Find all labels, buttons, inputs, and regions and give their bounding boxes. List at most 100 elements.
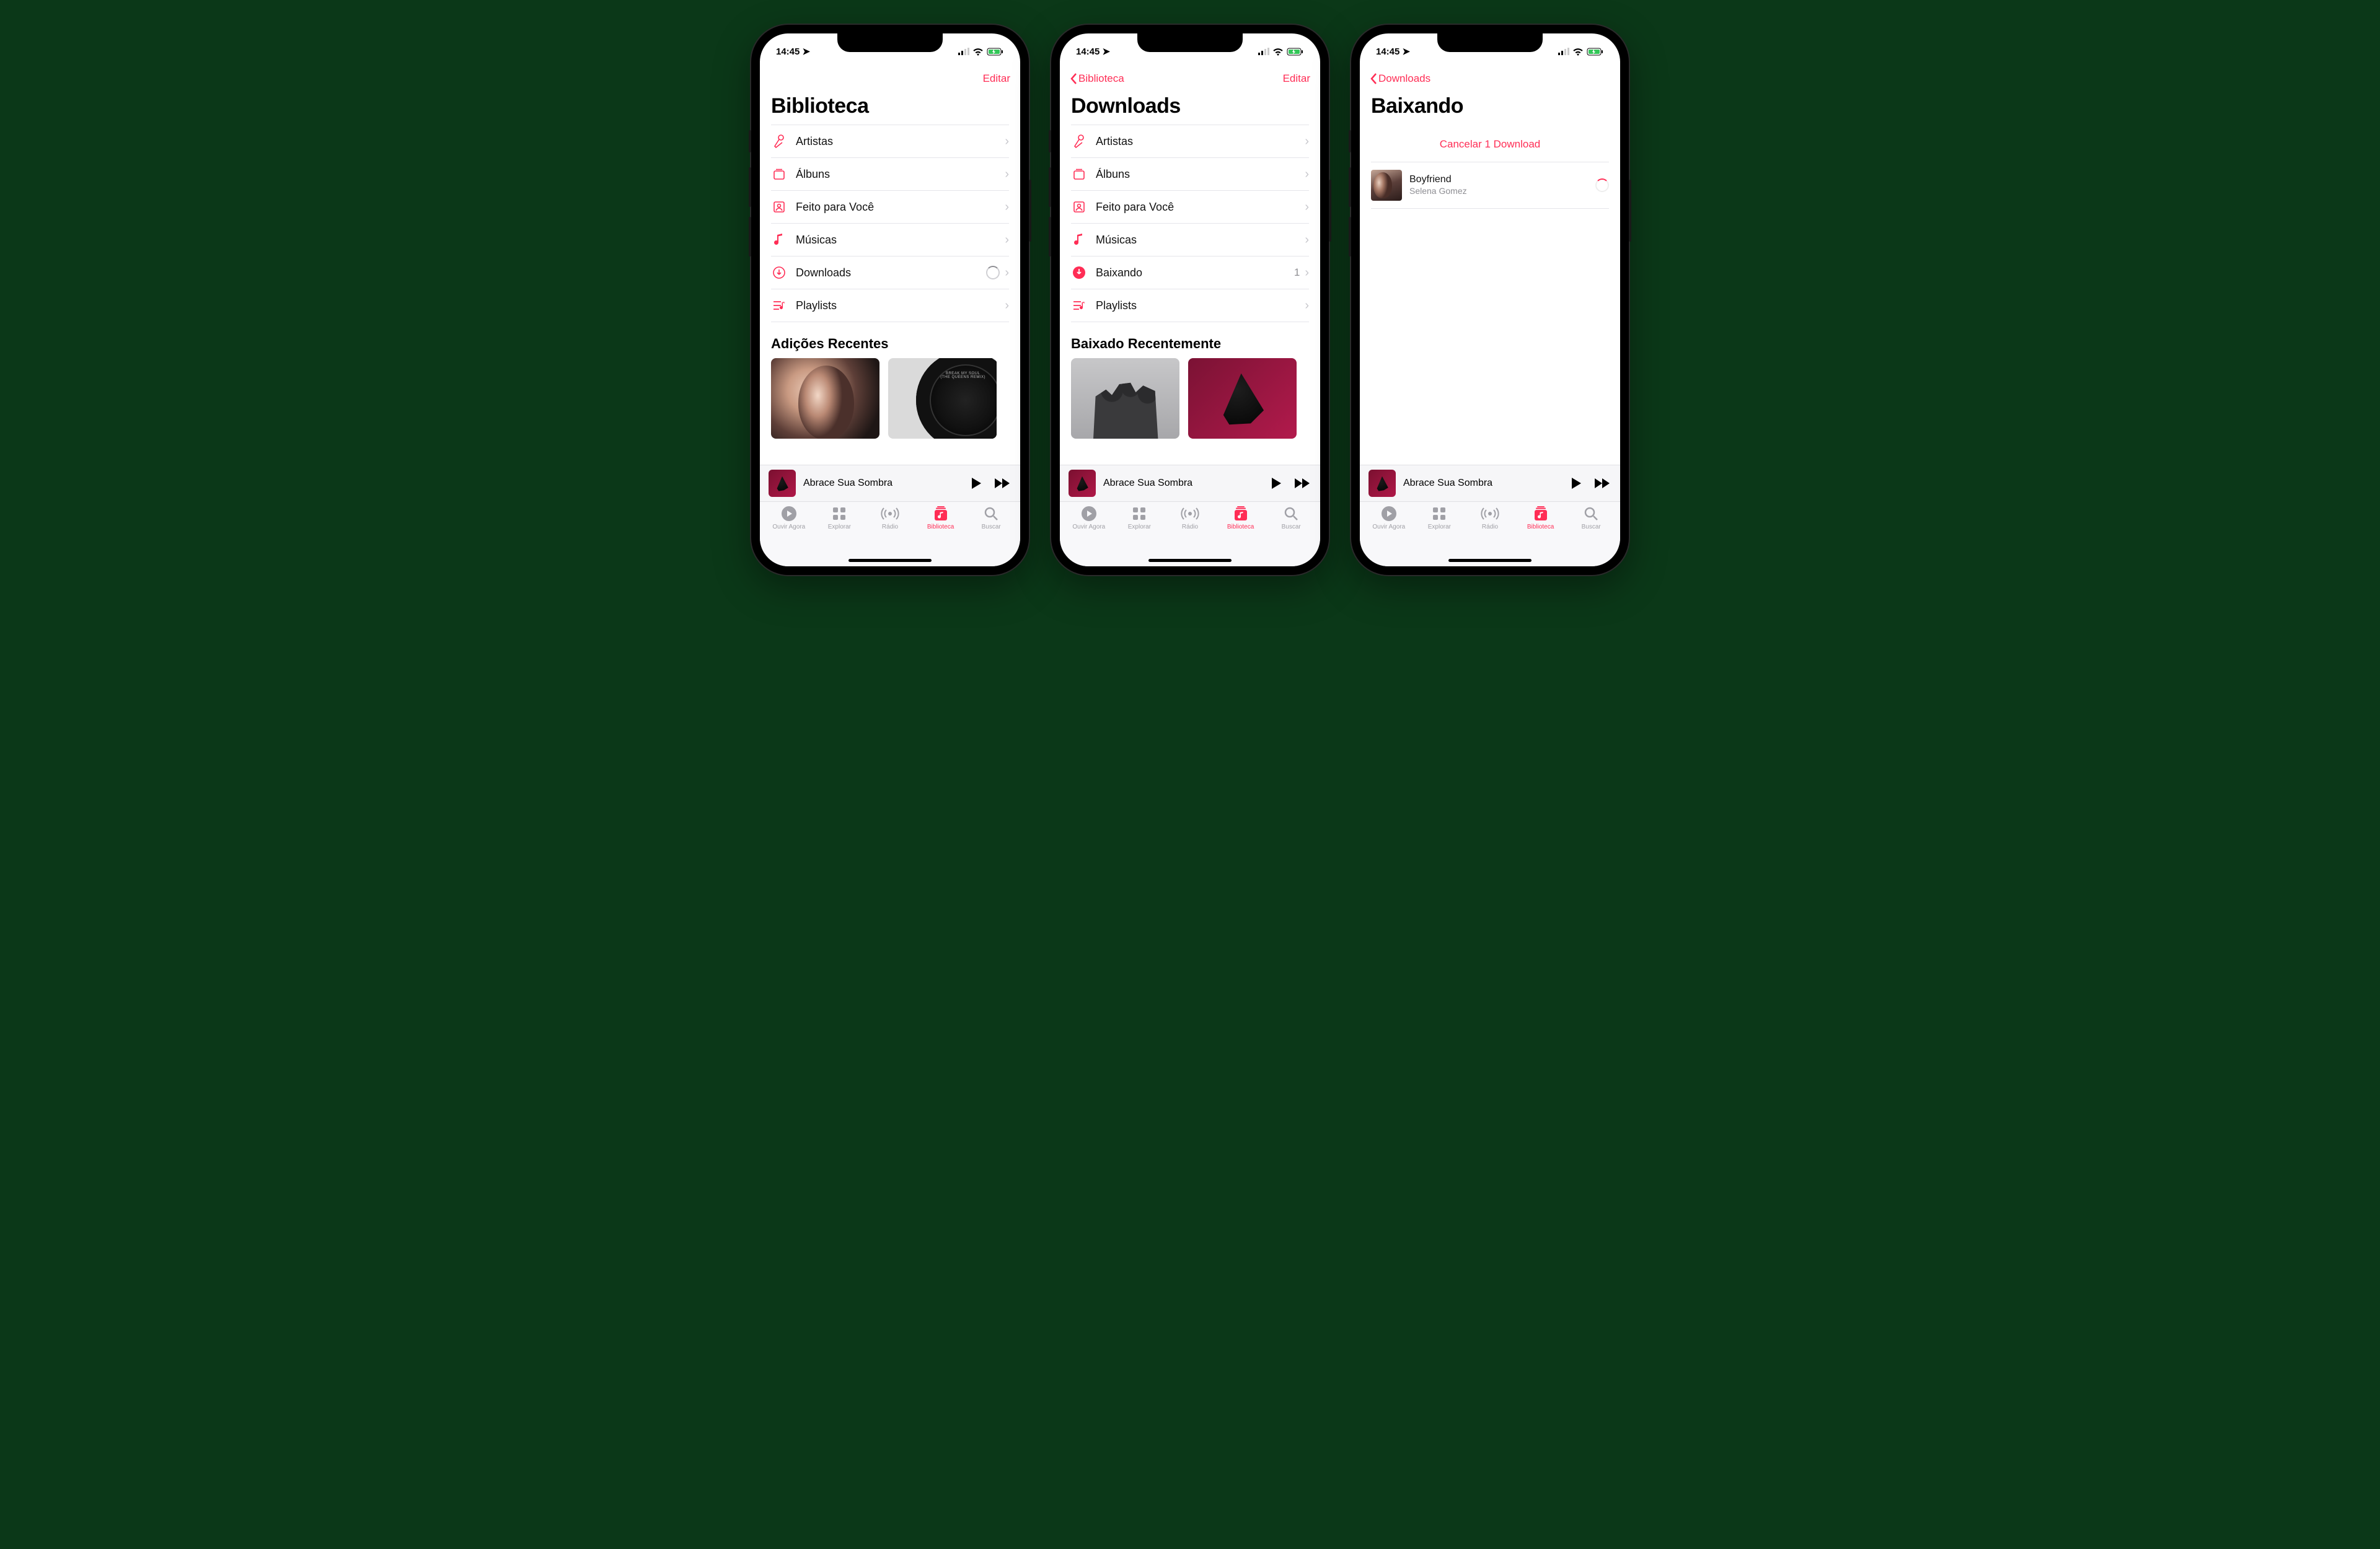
tab-browse[interactable]: Explorar xyxy=(1119,506,1160,555)
mini-player[interactable]: Abrace Sua Sombra xyxy=(760,465,1020,501)
phone-frame: 14:45 ➤ Biblioteca Editar Downloads Arti… xyxy=(1051,25,1329,575)
album-art[interactable] xyxy=(771,358,879,439)
cellular-icon xyxy=(1258,48,1269,55)
wifi-icon xyxy=(1272,48,1284,56)
tab-label: Buscar xyxy=(1282,524,1301,530)
back-label: Biblioteca xyxy=(1078,72,1124,85)
tab-search[interactable]: Buscar xyxy=(1571,506,1611,555)
chevron-right-icon: › xyxy=(1305,167,1309,182)
row-playlists[interactable]: Playlists › xyxy=(1071,289,1309,322)
edit-button[interactable]: Editar xyxy=(1283,72,1310,85)
nav-bar: Biblioteca Editar xyxy=(1060,66,1320,92)
tab-listen-now[interactable]: Ouvir Agora xyxy=(1069,506,1109,555)
nav-bar: Editar xyxy=(760,66,1020,92)
row-made-for-you[interactable]: Feito para Você › xyxy=(1071,191,1309,224)
row-badge: 1 xyxy=(1294,266,1300,279)
play-button[interactable] xyxy=(967,474,985,493)
row-artists[interactable]: Artistas › xyxy=(771,125,1009,158)
section-header: Adições Recentes xyxy=(771,336,1009,352)
download-item[interactable]: Boyfriend Selena Gomez xyxy=(1371,162,1609,209)
row-label: Músicas xyxy=(1096,234,1296,247)
row-downloading[interactable]: Baixando 1› xyxy=(1071,257,1309,289)
home-indicator[interactable] xyxy=(848,559,932,562)
grid-icon xyxy=(1432,506,1447,522)
row-downloads[interactable]: Downloads › xyxy=(771,257,1009,289)
home-indicator[interactable] xyxy=(1448,559,1532,562)
battery-icon xyxy=(1587,48,1604,56)
row-label: Álbuns xyxy=(796,168,996,181)
chevron-right-icon: › xyxy=(1005,266,1009,280)
album-art[interactable]: BREAK MY SOUL (THE QUEENS REMIX) xyxy=(888,358,997,439)
page-title: Biblioteca xyxy=(771,94,1009,118)
edit-button[interactable]: Editar xyxy=(983,72,1010,85)
album-art[interactable] xyxy=(1071,358,1179,439)
back-button[interactable]: Downloads xyxy=(1370,72,1430,85)
tab-label: Biblioteca xyxy=(1227,524,1254,530)
tab-radio[interactable]: Rádio xyxy=(870,506,910,555)
tab-browse[interactable]: Explorar xyxy=(1419,506,1460,555)
mini-player[interactable]: Abrace Sua Sombra xyxy=(1360,465,1620,501)
chevron-right-icon: › xyxy=(1305,299,1309,313)
row-artists[interactable]: Artistas › xyxy=(1071,125,1309,158)
tab-library[interactable]: Biblioteca xyxy=(920,506,961,555)
row-songs[interactable]: Músicas › xyxy=(771,224,1009,257)
music-note-icon xyxy=(1071,233,1087,247)
play-button[interactable] xyxy=(1567,474,1585,493)
playlist-icon xyxy=(771,300,787,311)
tab-search[interactable]: Buscar xyxy=(971,506,1011,555)
play-button[interactable] xyxy=(1267,474,1285,493)
tab-search[interactable]: Buscar xyxy=(1271,506,1311,555)
cancel-downloads-button[interactable]: Cancelar 1 Download xyxy=(1371,125,1609,162)
download-circle-icon xyxy=(771,266,787,279)
tab-label: Explorar xyxy=(828,524,851,530)
tab-browse[interactable]: Explorar xyxy=(819,506,860,555)
status-time: 14:45 ➤ xyxy=(1076,46,1110,57)
row-playlists[interactable]: Playlists › xyxy=(771,289,1009,322)
phone-frame: 14:45 ➤ Editar Biblioteca Artistas › xyxy=(751,25,1029,575)
tab-label: Explorar xyxy=(1428,524,1451,530)
tab-label: Rádio xyxy=(882,524,898,530)
row-made-for-you[interactable]: Feito para Você › xyxy=(771,191,1009,224)
tab-listen-now[interactable]: Ouvir Agora xyxy=(769,506,809,555)
tab-library[interactable]: Biblioteca xyxy=(1220,506,1261,555)
row-label: Baixando xyxy=(1096,266,1285,279)
home-indicator[interactable] xyxy=(1148,559,1232,562)
library-icon xyxy=(1533,506,1549,522)
tab-label: Rádio xyxy=(1182,524,1198,530)
play-circle-icon xyxy=(781,506,797,522)
forward-button[interactable] xyxy=(1293,474,1311,493)
search-icon xyxy=(984,506,998,522)
chevron-left-icon xyxy=(1070,72,1077,85)
music-note-icon xyxy=(771,233,787,247)
chevron-right-icon: › xyxy=(1005,233,1009,247)
tab-library[interactable]: Biblioteca xyxy=(1520,506,1561,555)
row-label: Feito para Você xyxy=(1096,201,1296,214)
forward-button[interactable] xyxy=(993,474,1011,493)
battery-icon xyxy=(1287,48,1304,56)
chevron-right-icon: › xyxy=(1005,134,1009,149)
back-button[interactable]: Biblioteca xyxy=(1070,72,1124,85)
tab-radio[interactable]: Rádio xyxy=(1470,506,1510,555)
row-songs[interactable]: Músicas › xyxy=(1071,224,1309,257)
forward-button[interactable] xyxy=(1593,474,1611,493)
row-label: Playlists xyxy=(796,299,996,312)
tab-label: Ouvir Agora xyxy=(1372,524,1405,530)
chevron-right-icon: › xyxy=(1005,200,1009,214)
cancel-label: Cancelar 1 Download xyxy=(1440,138,1541,150)
now-playing-art xyxy=(1069,470,1096,497)
battery-icon xyxy=(987,48,1004,56)
row-albums[interactable]: Álbuns › xyxy=(1071,158,1309,191)
row-albums[interactable]: Álbuns › xyxy=(771,158,1009,191)
tab-label: Biblioteca xyxy=(1527,524,1554,530)
album-art[interactable] xyxy=(1188,358,1297,439)
tab-radio[interactable]: Rádio xyxy=(1170,506,1210,555)
notch xyxy=(1137,33,1243,52)
library-icon xyxy=(933,506,949,522)
library-icon xyxy=(1233,506,1249,522)
mini-player[interactable]: Abrace Sua Sombra xyxy=(1060,465,1320,501)
wifi-icon xyxy=(972,48,984,56)
tab-bar: Ouvir Agora Explorar Rádio Biblioteca Bu… xyxy=(1060,501,1320,566)
tab-listen-now[interactable]: Ouvir Agora xyxy=(1368,506,1409,555)
row-label: Músicas xyxy=(796,234,996,247)
now-playing-title: Abrace Sua Sombra xyxy=(803,478,959,489)
